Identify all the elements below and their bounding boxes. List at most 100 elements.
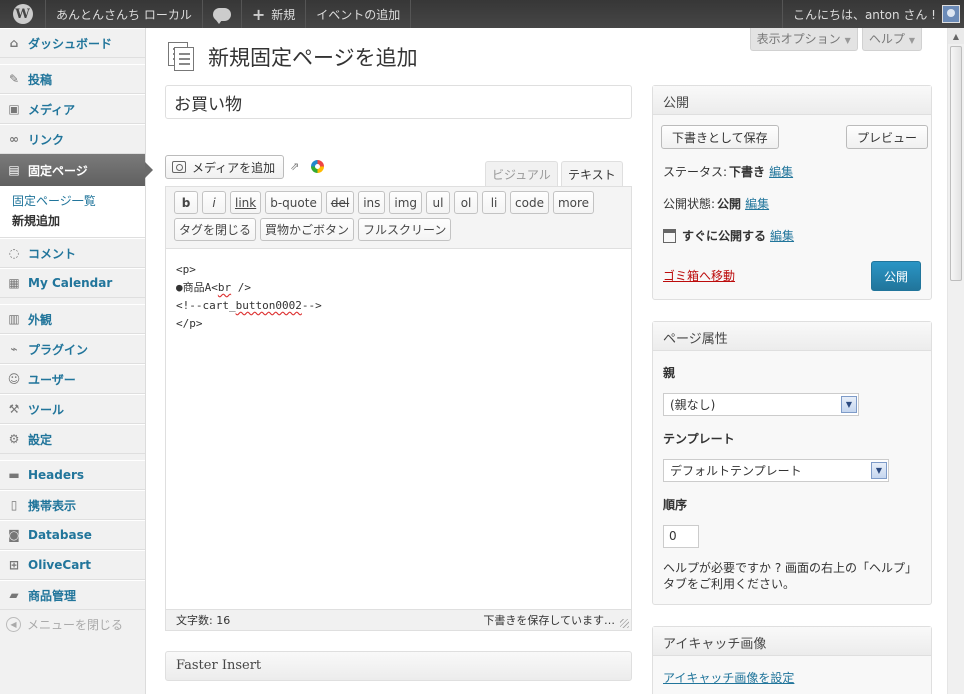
sidebar-item-settings[interactable]: ⚙ 設定	[0, 424, 145, 454]
sidebar-item-database[interactable]: ◙ Database	[0, 520, 145, 550]
page-icon	[168, 42, 198, 72]
quicktag-ol-button[interactable]: ol	[454, 191, 479, 214]
quicktag-more-button[interactable]: more	[552, 191, 595, 214]
preview-button[interactable]: プレビュー	[846, 125, 929, 149]
account-menu[interactable]: こんにちは、anton さん !	[781, 0, 964, 28]
add-media-label: メディアを追加	[192, 160, 276, 175]
screen-meta-links: 表示オプション ▼ ヘルプ ▼	[749, 28, 922, 51]
sidebar-item-appearance[interactable]: ▥ 外観	[0, 304, 145, 334]
quicktag-li-button[interactable]: li	[482, 191, 507, 214]
new-content-button[interactable]: + 新規	[242, 0, 307, 28]
scroll-up-icon[interactable]: ▲	[948, 28, 964, 44]
order-label: 順序	[663, 498, 688, 512]
faster-insert-box[interactable]: Faster Insert	[165, 651, 632, 681]
quicktag-blockquote-button[interactable]: b-quote	[265, 191, 322, 214]
sidebar-item-label: プラグイン	[28, 342, 89, 357]
submenu-all-pages[interactable]: 固定ページ一覧	[12, 191, 145, 211]
sidebar-item-users[interactable]: ☺ ユーザー	[0, 364, 145, 394]
sidebar-item-posts[interactable]: ✎ 投稿	[0, 64, 145, 94]
order-input[interactable]: 0	[663, 525, 699, 548]
autosave-status: 下書きを保存しています…	[483, 614, 615, 627]
help-tab[interactable]: ヘルプ ▼	[861, 28, 922, 51]
color-wheel-icon[interactable]	[311, 160, 324, 173]
set-featured-image-link[interactable]: アイキャッチ画像を設定	[663, 669, 794, 686]
parent-label: 親	[663, 366, 676, 380]
publish-button[interactable]: 公開	[871, 261, 921, 291]
edit-status-link[interactable]: 編集	[769, 163, 793, 180]
dashboard-icon: ⌂	[9, 36, 19, 50]
code-text: -->	[301, 299, 322, 312]
collapse-menu-button[interactable]: ◀ メニューを閉じる	[0, 610, 145, 638]
sidebar-item-label: ツール	[28, 402, 65, 417]
quicktag-code-button[interactable]: code	[510, 191, 549, 214]
resize-handle[interactable]	[620, 619, 629, 628]
database-icon: ◙	[8, 528, 20, 542]
parent-select[interactable]: (親なし) ▼	[663, 393, 859, 416]
quicktag-bold-button[interactable]: b	[174, 191, 198, 214]
tab-text[interactable]: テキスト	[561, 161, 623, 187]
sidebar-item-product-management[interactable]: ▰ 商品管理	[0, 580, 145, 610]
quicktag-link-button[interactable]: link	[230, 191, 262, 214]
sidebar-item-media[interactable]: ▣ メディア	[0, 94, 145, 124]
quicktag-ins-button[interactable]: ins	[358, 191, 386, 214]
template-select[interactable]: デフォルトテンプレート ▼	[663, 459, 889, 482]
move-to-trash-link[interactable]: ゴミ箱へ移動	[663, 267, 735, 284]
sidebar-item-tools[interactable]: ⚒ ツール	[0, 394, 145, 424]
chevron-down-icon: ▼	[844, 36, 851, 45]
users-icon: ☺	[7, 372, 21, 386]
content-textarea[interactable]: <p> ●商品A<br /> <!--cart_button0002--> </…	[166, 249, 631, 611]
publish-box-title[interactable]: 公開	[653, 86, 931, 115]
sidebar-item-olivecart[interactable]: ⊞ OliveCart	[0, 550, 145, 580]
quicktag-ul-button[interactable]: ul	[426, 191, 451, 214]
calendar-icon: ▦	[8, 276, 20, 290]
submenu-add-new[interactable]: 新規追加	[12, 211, 145, 231]
sidebar-item-mobile[interactable]: ▯ 携帯表示	[0, 490, 145, 520]
collapse-menu-label: メニューを閉じる	[27, 617, 124, 632]
cart-button-insert-button[interactable]: 買物かごボタン	[260, 218, 355, 241]
save-draft-button[interactable]: 下書きとして保存	[661, 125, 779, 149]
text-editor: b i link b-quote del ins img ul ol li co…	[165, 186, 632, 631]
wordpress-logo-button[interactable]: W	[0, 0, 46, 28]
word-count: 文字数: 16	[176, 614, 231, 627]
post-title-input[interactable]: お買い物	[165, 85, 632, 119]
chevron-down-icon: ▼	[871, 462, 887, 479]
tab-visual[interactable]: ビジュアル	[485, 161, 558, 186]
comments-button[interactable]	[203, 0, 242, 28]
sidebar-item-my-calendar[interactable]: ▦ My Calendar	[0, 268, 145, 298]
sidebar-item-dashboard[interactable]: ⌂ ダッシュボード	[0, 28, 145, 58]
quicktag-italic-button[interactable]: i	[202, 191, 226, 214]
site-name-link[interactable]: あんとんさんち ローカル	[46, 0, 203, 28]
avatar	[942, 5, 960, 23]
page-scrollbar[interactable]: ▲	[947, 28, 964, 694]
screen-options-tab[interactable]: 表示オプション ▼	[749, 28, 858, 51]
sidebar-item-links[interactable]: ∞ リンク	[0, 124, 145, 154]
sidebar-item-pages[interactable]: ▤ 固定ページ	[0, 154, 153, 186]
add-media-button[interactable]: メディアを追加	[165, 155, 285, 179]
schedule-row: すぐに公開する 編集	[663, 227, 794, 244]
quicktag-img-button[interactable]: img	[389, 191, 423, 214]
code-text: />	[231, 281, 251, 294]
pin-icon: ✎	[8, 72, 20, 86]
edit-schedule-link[interactable]: 編集	[770, 227, 794, 244]
sidebar-item-comments[interactable]: ◌ コメント	[0, 238, 145, 268]
page-attributes-title[interactable]: ページ属性	[653, 322, 931, 351]
close-tags-button[interactable]: タグを閉じる	[174, 218, 257, 241]
edit-visibility-link[interactable]: 編集	[745, 195, 769, 212]
code-text: <!--cart_	[176, 299, 236, 312]
sidebar-item-plugins[interactable]: ⌁ プラグイン	[0, 334, 145, 364]
tools-icon: ⚒	[8, 402, 20, 416]
greeting-text: こんにちは、anton さん !	[792, 7, 936, 22]
fullscreen-button[interactable]: フルスクリーン	[358, 218, 452, 241]
external-link-icon[interactable]: ⇗	[290, 160, 299, 173]
folder-icon: ▰	[9, 588, 19, 602]
sidebar-item-headers[interactable]: ▬ Headers	[0, 460, 145, 490]
schedule-value: すぐに公開する	[682, 229, 767, 243]
quicktag-del-button[interactable]: del	[325, 191, 355, 214]
scrollbar-thumb[interactable]	[950, 46, 962, 281]
featured-image-title[interactable]: アイキャッチ画像	[653, 627, 931, 656]
sidebar-item-label: メディア	[28, 102, 76, 117]
mobile-icon: ▯	[10, 498, 18, 512]
add-event-link[interactable]: イベントの追加	[306, 0, 412, 28]
sidebar-item-label: 商品管理	[28, 588, 77, 603]
admin-sidebar: ⌂ ダッシュボード ✎ 投稿 ▣ メディア ∞ リンク ▤ 固定ページ 固定ページ一覧 新…	[0, 28, 153, 694]
